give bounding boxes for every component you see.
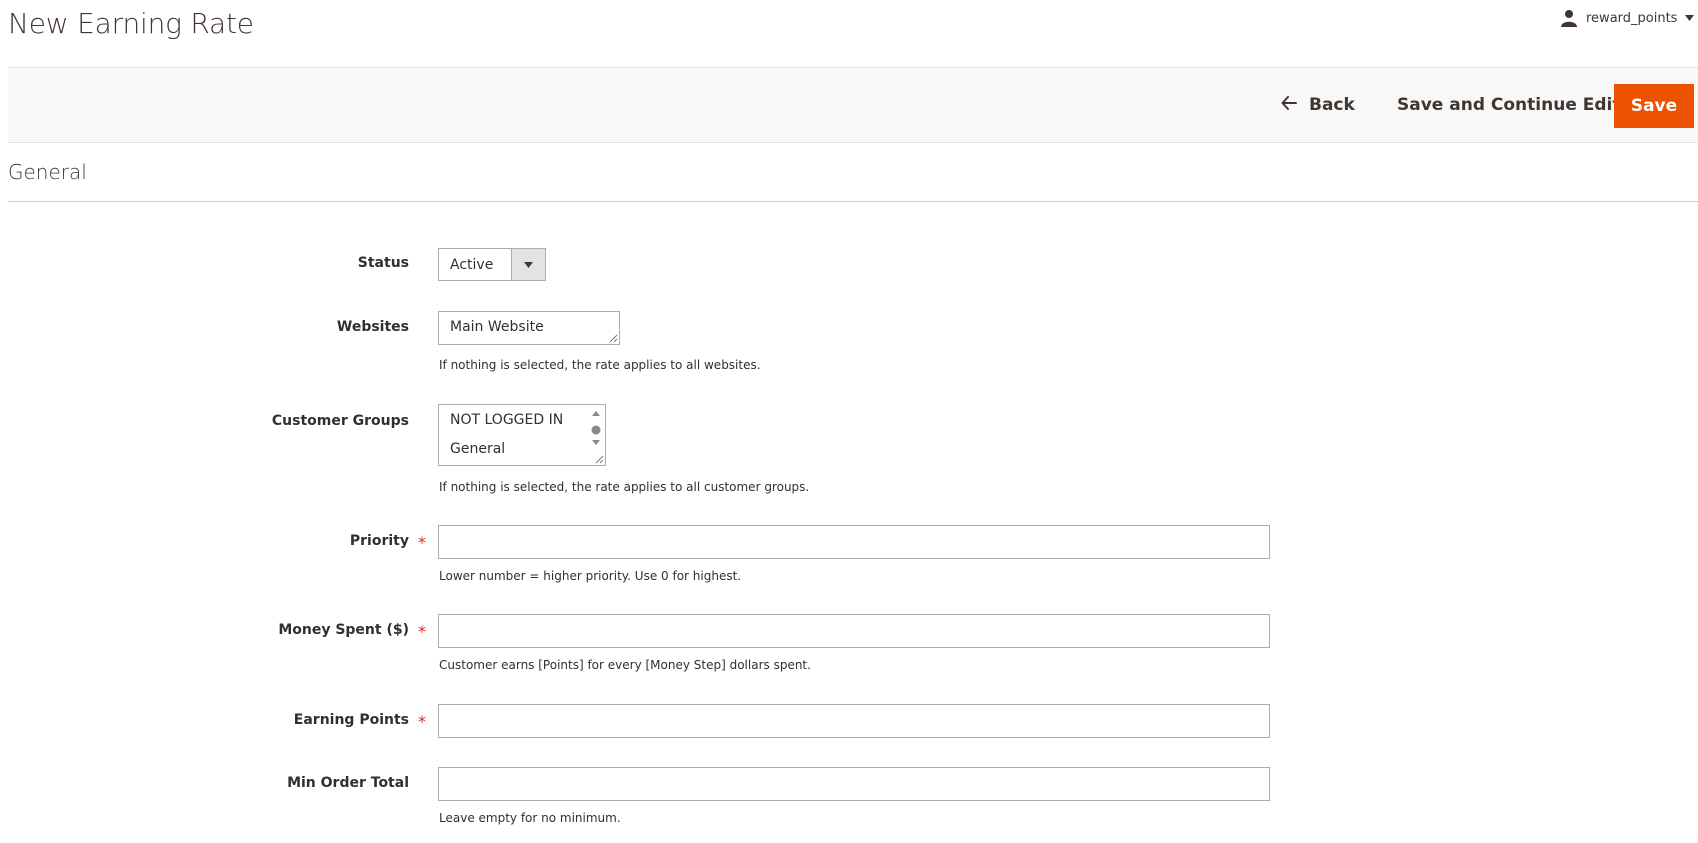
customer-groups-multiselect[interactable]: NOT LOGGED IN General bbox=[438, 404, 606, 466]
priority-note: Lower number = higher priority. Use 0 fo… bbox=[439, 569, 742, 583]
section-divider bbox=[8, 201, 1698, 202]
customer-group-option[interactable]: NOT LOGGED IN bbox=[450, 412, 563, 428]
websites-note: If nothing is selected, the rate applies… bbox=[439, 358, 761, 372]
earning-points-input[interactable] bbox=[438, 704, 1270, 738]
priority-label: Priority bbox=[349, 533, 409, 549]
websites-label: Websites bbox=[336, 319, 409, 335]
min-order-total-input[interactable] bbox=[438, 767, 1270, 801]
page-title: New Earning Rate bbox=[8, 7, 254, 40]
required-marker: * bbox=[418, 622, 426, 641]
websites-multiselect[interactable]: Main Website bbox=[438, 311, 620, 345]
customer-groups-label: Customer Groups bbox=[271, 413, 409, 429]
min-order-total-label: Min Order Total bbox=[287, 775, 409, 791]
status-select[interactable]: Active bbox=[438, 248, 546, 281]
back-button-label: Back bbox=[1309, 95, 1355, 115]
resize-handle-icon[interactable] bbox=[608, 333, 618, 343]
customer-group-option[interactable]: General bbox=[450, 441, 505, 457]
status-select-value: Active bbox=[450, 256, 494, 273]
money-spent-note: Customer earns [Points] for every [Money… bbox=[439, 658, 811, 672]
required-marker: * bbox=[418, 533, 426, 552]
save-and-continue-button[interactable]: Save and Continue Edit bbox=[1397, 87, 1621, 123]
arrow-left-icon bbox=[1281, 95, 1297, 115]
money-spent-label: Money Spent ($) bbox=[278, 622, 409, 638]
earning-points-label: Earning Points bbox=[293, 712, 409, 728]
user-account-menu[interactable]: reward_points bbox=[1560, 6, 1695, 30]
user-icon bbox=[1560, 9, 1578, 27]
section-title-general: General bbox=[8, 160, 87, 184]
required-marker: * bbox=[418, 712, 426, 731]
customer-groups-note: If nothing is selected, the rate applies… bbox=[439, 480, 810, 494]
priority-input[interactable] bbox=[438, 525, 1270, 559]
page-actions-toolbar: Back Save and Continue Edit Save bbox=[8, 67, 1698, 143]
resize-handle-icon[interactable] bbox=[594, 454, 604, 464]
caret-down-icon bbox=[511, 249, 545, 280]
money-spent-input[interactable] bbox=[438, 614, 1270, 648]
chevron-down-icon bbox=[1685, 15, 1695, 21]
status-label: Status bbox=[357, 255, 409, 271]
save-button[interactable]: Save bbox=[1614, 84, 1694, 128]
back-button[interactable]: Back bbox=[1281, 87, 1355, 123]
min-order-total-note: Leave empty for no minimum. bbox=[439, 811, 621, 825]
user-name: reward_points bbox=[1586, 10, 1678, 26]
websites-option[interactable]: Main Website bbox=[450, 319, 544, 335]
